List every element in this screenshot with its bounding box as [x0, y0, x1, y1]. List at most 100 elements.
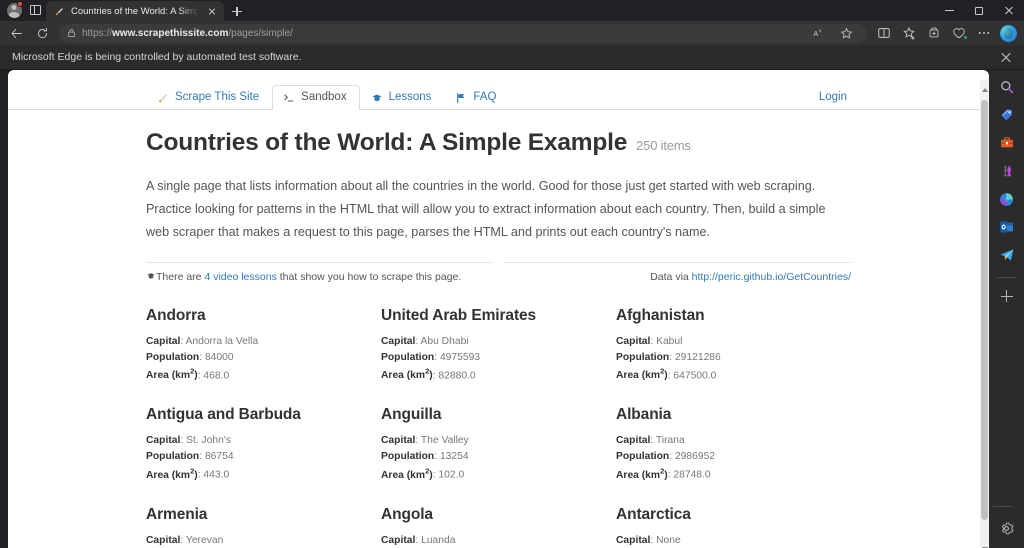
country-info: Capital: Abu DhabiPopulation: 4975593Are… — [381, 334, 602, 384]
country-name: Albania — [616, 406, 837, 424]
country-capital: Tirana — [656, 435, 685, 446]
country-population: 84000 — [205, 352, 234, 363]
country-population-row: Population: 84000 — [146, 350, 367, 366]
maximize-icon[interactable] — [964, 0, 994, 21]
brush-icon — [54, 6, 65, 17]
browser-toolbar: https://www.scrapethissite.com/pages/sim… — [0, 21, 1024, 45]
country-card: AnguillaCapital: The ValleyPopulation: 1… — [381, 406, 616, 483]
site-nav-item-scrape-this-site[interactable]: Scrape This Site — [146, 85, 272, 110]
svg-text:ᴺ: ᴺ — [819, 29, 821, 35]
country-capital: None — [656, 535, 681, 546]
collections-icon[interactable] — [896, 22, 921, 44]
shopping-tag-icon[interactable] — [993, 102, 1021, 128]
tools-briefcase-icon[interactable] — [993, 130, 1021, 156]
web-page: Scrape This Site Sandbox — [8, 80, 989, 548]
country-capital: Andorra la Vella — [186, 336, 259, 347]
country-card: United Arab EmiratesCapital: Abu DhabiPo… — [381, 307, 616, 384]
country-capital: The Valley — [421, 435, 469, 446]
sidebar-divider-bottom — [993, 506, 1013, 507]
scrollbar-thumb[interactable] — [981, 100, 988, 520]
video-lessons-link[interactable]: 4 video lessons — [204, 271, 276, 283]
site-nav-item-lessons[interactable]: Lessons — [360, 85, 445, 110]
close-icon[interactable] — [205, 5, 218, 18]
population-label: Population — [146, 352, 199, 363]
country-card: ArmeniaCapital: YerevanPopulation: 29680… — [146, 506, 381, 548]
copilot-icon[interactable] — [993, 186, 1021, 212]
login-link[interactable]: Login — [815, 85, 851, 109]
country-info: Capital: NonePopulation: 0Area (km2): 1.… — [616, 533, 837, 548]
site-nav-label: FAQ — [473, 92, 496, 104]
close-icon[interactable] — [998, 49, 1014, 65]
country-area-row: Area (km2): 468.0 — [146, 366, 367, 384]
gear-icon[interactable] — [993, 515, 1021, 541]
capital-label: Capital — [616, 435, 650, 446]
automation-banner-text: Microsoft Edge is being controlled by au… — [12, 51, 301, 63]
country-info: Capital: TiranaPopulation: 2986952Area (… — [616, 433, 837, 483]
back-arrow-icon[interactable] — [3, 22, 29, 44]
sidebar-add-icon[interactable] — [993, 283, 1021, 309]
copilot-icon[interactable] — [996, 22, 1021, 44]
tab-actions-icon[interactable] — [24, 0, 46, 20]
capital-label: Capital — [146, 535, 180, 546]
status-dot — [963, 35, 968, 40]
area-label: Area (km2) — [381, 370, 433, 381]
url-path: /pages/simple/ — [228, 28, 292, 39]
video-note-prefix: There are — [156, 271, 204, 283]
page-scrollbar[interactable] — [980, 80, 989, 548]
address-bar[interactable]: https://www.scrapethissite.com/pages/sim… — [59, 24, 867, 43]
profile-avatar-icon[interactable] — [4, 0, 24, 20]
games-icon[interactable] — [993, 158, 1021, 184]
browser-tab[interactable]: Countries of the World: A Simple Example — [46, 1, 224, 21]
split-screen-icon[interactable] — [871, 22, 896, 44]
data-source-link[interactable]: http://peric.github.io/GetCountries/ — [692, 271, 851, 283]
browser-essentials-icon[interactable] — [921, 22, 946, 44]
window-close-icon[interactable] — [994, 0, 1024, 21]
window-controls — [934, 0, 1024, 21]
site-nav-item-faq[interactable]: FAQ — [444, 85, 509, 110]
country-population: 4975593 — [440, 352, 480, 363]
country-population: 2986952 — [675, 451, 715, 462]
area-label: Area (km2) — [616, 370, 668, 381]
browser-window: Countries of the World: A Simple Example — [0, 0, 1024, 548]
page-container: Countries of the World: A Simple Example… — [146, 110, 851, 548]
scroll-down-icon[interactable] — [980, 542, 989, 548]
country-capital-row: Capital: Tirana — [616, 433, 837, 449]
country-area: 443.0 — [203, 470, 229, 481]
country-area-row: Area (km2): 443.0 — [146, 465, 367, 483]
outlook-icon[interactable] — [993, 214, 1021, 240]
country-area-row: Area (km2): 102.0 — [381, 465, 602, 483]
capital-label: Capital — [146, 435, 180, 446]
site-nav-label: Scrape This Site — [175, 92, 259, 104]
performance-icon[interactable] — [946, 22, 971, 44]
refresh-icon[interactable] — [29, 22, 55, 44]
country-card: Antigua and BarbudaCapital: St. John'sPo… — [146, 406, 381, 483]
country-capital: St. John's — [186, 435, 231, 446]
scroll-up-icon[interactable] — [980, 83, 989, 96]
star-icon[interactable] — [834, 22, 859, 44]
country-card: AfghanistanCapital: KabulPopulation: 291… — [616, 307, 851, 384]
country-area-row: Area (km2): 82880.0 — [381, 366, 602, 384]
telegram-icon[interactable] — [993, 242, 1021, 268]
page-title: Countries of the World: A Simple Example… — [146, 128, 851, 157]
tab-title: Countries of the World: A Simple Example — [71, 6, 199, 17]
capital-label: Capital — [381, 435, 415, 446]
page-description: A single page that lists information abo… — [146, 175, 851, 244]
site-nav-label: Sandbox — [301, 92, 346, 104]
country-capital-row: Capital: Abu Dhabi — [381, 334, 602, 350]
more-options-icon[interactable] — [971, 22, 996, 44]
read-aloud-icon[interactable]: A ᴺ — [807, 22, 832, 44]
lock-icon — [67, 28, 76, 38]
search-icon[interactable] — [993, 74, 1021, 100]
country-capital-row: Capital: St. John's — [146, 433, 367, 449]
site-nav-label: Lessons — [389, 92, 432, 104]
site-nav-item-sandbox[interactable]: Sandbox — [272, 85, 359, 110]
graduation-cap-icon — [371, 92, 383, 104]
item-count: 250 items — [636, 138, 691, 154]
country-info: Capital: St. John'sPopulation: 86754Area… — [146, 433, 367, 483]
video-note-suffix: that show you how to scrape this page. — [277, 271, 461, 283]
country-capital-row: Capital: Kabul — [616, 334, 837, 350]
new-tab-button[interactable] — [226, 1, 248, 21]
minimize-icon[interactable] — [934, 0, 964, 21]
video-lessons-note: There are 4 video lessons that show you … — [146, 262, 493, 283]
data-source-prefix: Data via — [650, 271, 691, 283]
